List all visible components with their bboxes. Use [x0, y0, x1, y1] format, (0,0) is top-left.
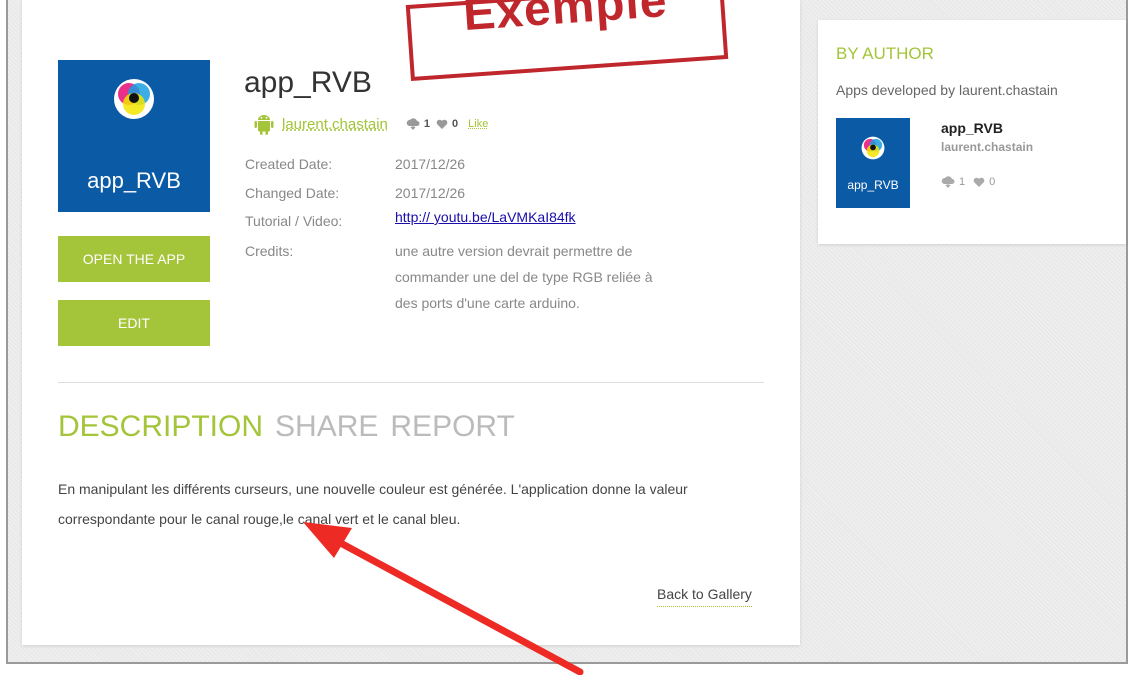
annotation-arrow — [303, 522, 584, 675]
